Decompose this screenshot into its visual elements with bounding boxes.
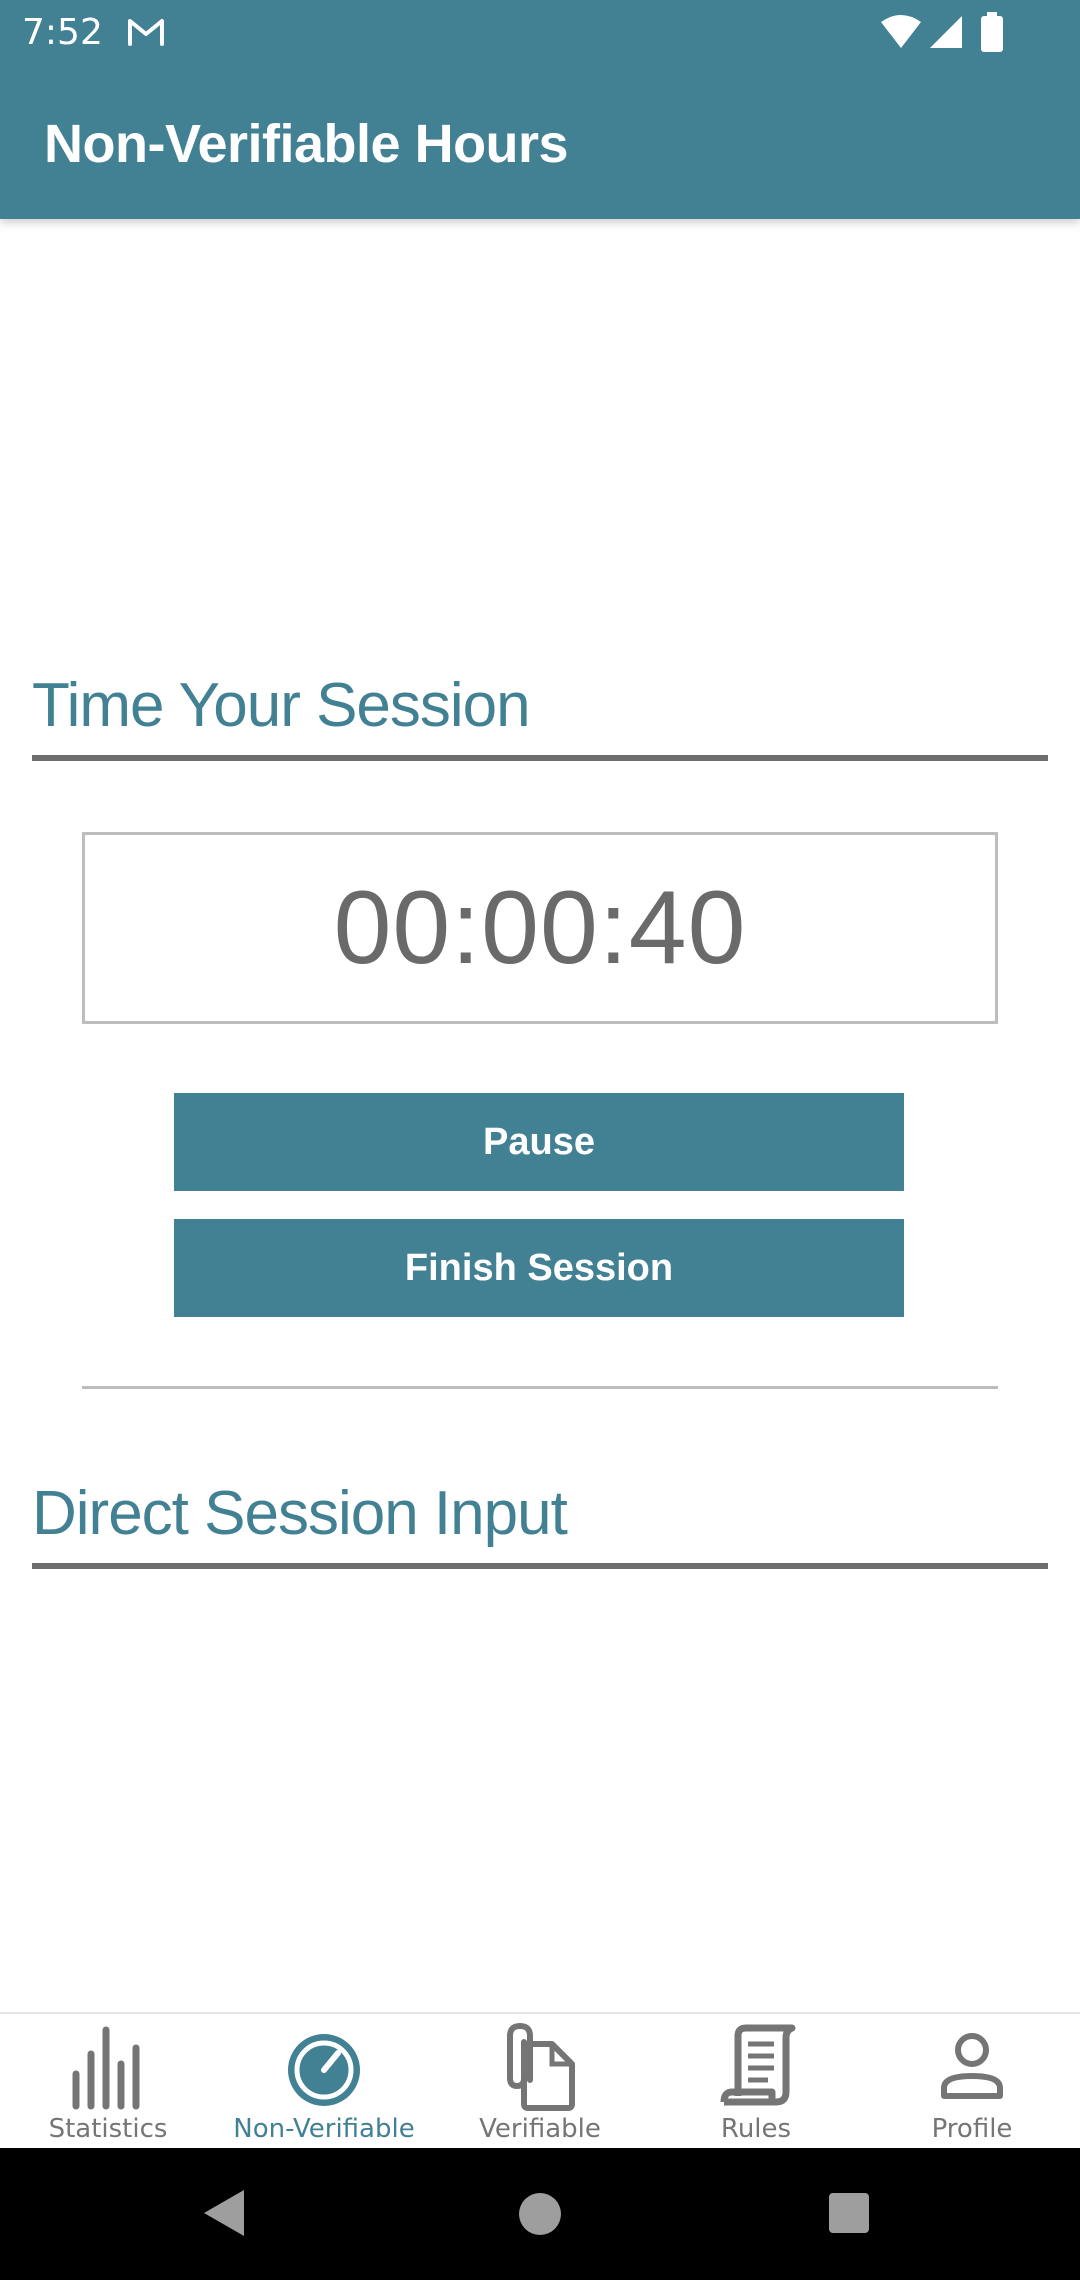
- wifi-icon: [881, 15, 921, 48]
- direct-input-heading-rule: [32, 1563, 1048, 1569]
- nav-item-non-verifiable[interactable]: Non-Verifiable: [216, 2014, 432, 2148]
- elapsed-time: 00:00:40: [333, 869, 747, 986]
- nav-label-rules: Rules: [720, 2114, 792, 2144]
- system-navigation-bar: [0, 2148, 1080, 2280]
- gmail-icon: [128, 19, 164, 46]
- home-icon[interactable]: [518, 2192, 562, 2236]
- nav-label-statistics: Statistics: [48, 2114, 168, 2144]
- nav-label-profile: Profile: [931, 2114, 1013, 2144]
- section-divider: [82, 1386, 998, 1389]
- pause-button[interactable]: Pause: [174, 1093, 904, 1191]
- status-time: 7:52: [22, 12, 103, 53]
- nav-label-verifiable: Verifiable: [479, 2114, 601, 2144]
- paperclip-document-icon: [507, 2022, 575, 2111]
- scroll-document-icon: [720, 2024, 796, 2106]
- nav-item-statistics[interactable]: Statistics: [0, 2014, 216, 2148]
- stopwatch-icon: [288, 2034, 360, 2106]
- person-icon: [941, 2033, 1003, 2099]
- direct-input-heading: Direct Session Input: [32, 1479, 568, 1548]
- signal-icon: [930, 16, 962, 48]
- battery-icon: [981, 12, 1003, 52]
- back-icon[interactable]: [202, 2188, 248, 2238]
- app-header: 7:52 Non-Verifiable Hours: [0, 0, 1080, 219]
- nav-item-verifiable[interactable]: Verifiable: [432, 2014, 648, 2148]
- page-title: Non-Verifiable Hours: [44, 114, 569, 174]
- finish-session-button[interactable]: Finish Session: [174, 1219, 904, 1317]
- bar-chart-icon: [72, 2026, 140, 2110]
- nav-item-profile[interactable]: Profile: [864, 2014, 1080, 2148]
- time-session-heading: Time Your Session: [32, 671, 531, 740]
- nav-label-non-verifiable: Non-Verifiable: [233, 2114, 415, 2144]
- time-session-heading-rule: [32, 755, 1048, 761]
- bottom-navigation: Statistics Non-Verifiable Verifiable Rul…: [0, 2012, 1080, 2148]
- nav-item-rules[interactable]: Rules: [648, 2014, 864, 2148]
- recents-icon[interactable]: [828, 2192, 870, 2234]
- session-timer: 00:00:40: [82, 832, 998, 1024]
